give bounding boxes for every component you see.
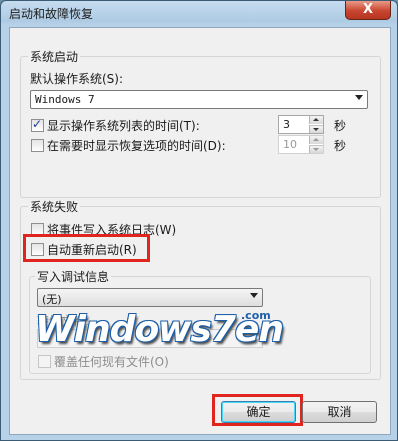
dump-file-label: 转储文件: bbox=[37, 314, 90, 328]
spin-up-icon[interactable] bbox=[309, 116, 323, 124]
spin-down-icon[interactable] bbox=[309, 125, 323, 133]
spin-down-icon[interactable] bbox=[309, 145, 323, 153]
system-failure-label: 系统失败 bbox=[28, 198, 81, 215]
show-os-list-checkbox[interactable] bbox=[31, 117, 44, 132]
show-recovery-seconds[interactable]: 10 bbox=[278, 135, 324, 154]
title-bar[interactable]: 启动和故障恢复 X bbox=[1, 1, 397, 25]
ok-button[interactable]: 确定 bbox=[221, 401, 296, 423]
show-recovery-value: 10 bbox=[283, 138, 297, 151]
dialog-window: 启动和故障恢复 X 系统启动 默认操作系统(S): Windows 7 显示操作… bbox=[0, 0, 398, 441]
debug-info-label: 写入调试信息 bbox=[35, 268, 112, 285]
default-os-label: 默认操作系统(S): bbox=[30, 72, 124, 86]
close-button[interactable]: X bbox=[345, 1, 391, 20]
chevron-down-icon bbox=[355, 95, 363, 100]
show-recovery-unit: 秒 bbox=[334, 139, 347, 153]
show-os-list-seconds[interactable]: 3 bbox=[278, 115, 324, 134]
overwrite-checkbox[interactable] bbox=[38, 355, 51, 368]
window-title: 启动和故障恢复 bbox=[9, 7, 94, 21]
close-icon: X bbox=[362, 2, 374, 17]
auto-restart-highlight bbox=[23, 234, 150, 262]
spin-up-icon[interactable] bbox=[309, 136, 323, 144]
show-os-list-value: 3 bbox=[283, 118, 290, 131]
show-os-list-unit: 秒 bbox=[334, 119, 347, 133]
default-os-value: Windows 7 bbox=[35, 93, 95, 106]
debug-info-select[interactable]: (无) bbox=[37, 288, 263, 307]
dialog-body: 系统启动 默认操作系统(S): Windows 7 显示操作系统列表的时间(T)… bbox=[9, 27, 391, 435]
overwrite-label: 覆盖任何现有文件(O) bbox=[54, 355, 169, 369]
show-recovery-label: 在需要时显示恢复选项的时间(D): bbox=[47, 139, 226, 153]
show-os-list-label: 显示操作系统列表的时间(T): bbox=[47, 119, 200, 133]
dump-file-input[interactable] bbox=[37, 329, 263, 348]
show-recovery-checkbox[interactable] bbox=[31, 139, 44, 152]
system-startup-label: 系统启动 bbox=[28, 48, 81, 65]
default-os-select[interactable]: Windows 7 bbox=[30, 90, 368, 109]
chevron-down-icon bbox=[250, 293, 258, 298]
debug-info-value: (无) bbox=[42, 293, 62, 306]
cancel-button[interactable]: 取消 bbox=[302, 401, 377, 423]
